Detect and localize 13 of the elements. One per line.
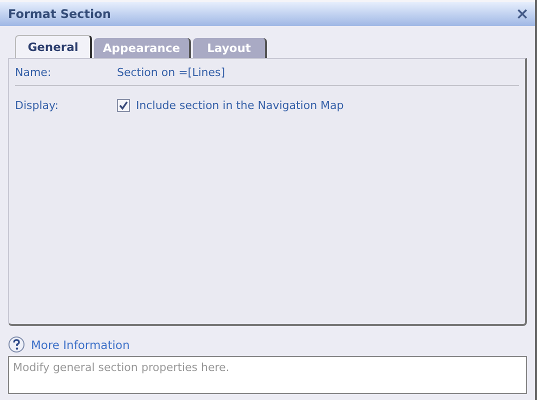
field-label: Display: xyxy=(15,98,60,112)
field-value: Section on =[Lines] xyxy=(117,66,226,78)
more-information-link[interactable]: More Information xyxy=(31,338,130,352)
tab[interactable]: Layout xyxy=(193,38,267,58)
description-box: Modify general section properties here. xyxy=(8,356,527,394)
field-label: Name: xyxy=(15,66,52,78)
window-title: Format Section xyxy=(8,7,111,21)
close-button[interactable]: × xyxy=(516,6,529,22)
tab[interactable]: Appearance xyxy=(94,38,191,58)
checkbox[interactable] xyxy=(117,98,130,112)
checkbox-label: Include section in the Navigation Map xyxy=(136,98,344,112)
help-icon[interactable] xyxy=(8,336,25,353)
tab[interactable]: General xyxy=(15,35,92,58)
